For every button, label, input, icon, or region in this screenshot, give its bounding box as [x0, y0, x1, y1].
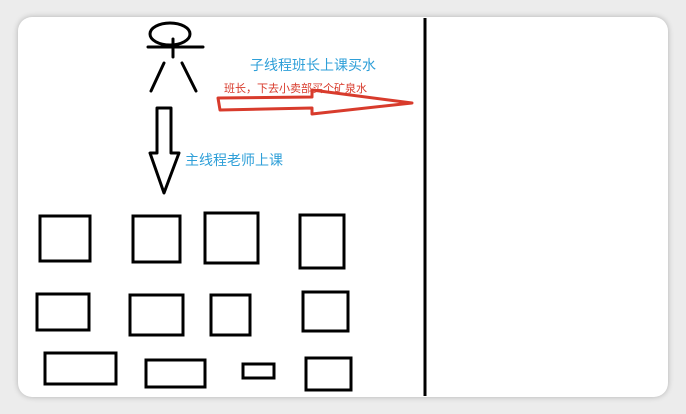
desks — [35, 211, 353, 392]
desk — [298, 213, 346, 270]
child-thread-note: 班长，下去小卖部买个矿泉水 — [224, 82, 367, 95]
desk — [128, 293, 185, 337]
child-thread-label: 子线程班长上课买水 — [250, 58, 376, 74]
desk — [301, 290, 350, 333]
desk — [144, 358, 207, 389]
teacher-figure — [146, 21, 205, 93]
desk — [241, 362, 276, 380]
desk — [35, 292, 91, 332]
main-thread-label: 主线程老师上课 — [185, 153, 283, 169]
desk — [131, 214, 182, 264]
desk — [209, 293, 252, 337]
main-thread-arrow — [148, 106, 181, 195]
desk — [203, 211, 260, 265]
desk — [304, 356, 353, 392]
teacher-left-leg — [149, 61, 166, 93]
teacher-head — [148, 21, 192, 47]
desk — [43, 351, 118, 386]
teacher-right-leg — [180, 61, 198, 93]
desk — [38, 214, 92, 263]
